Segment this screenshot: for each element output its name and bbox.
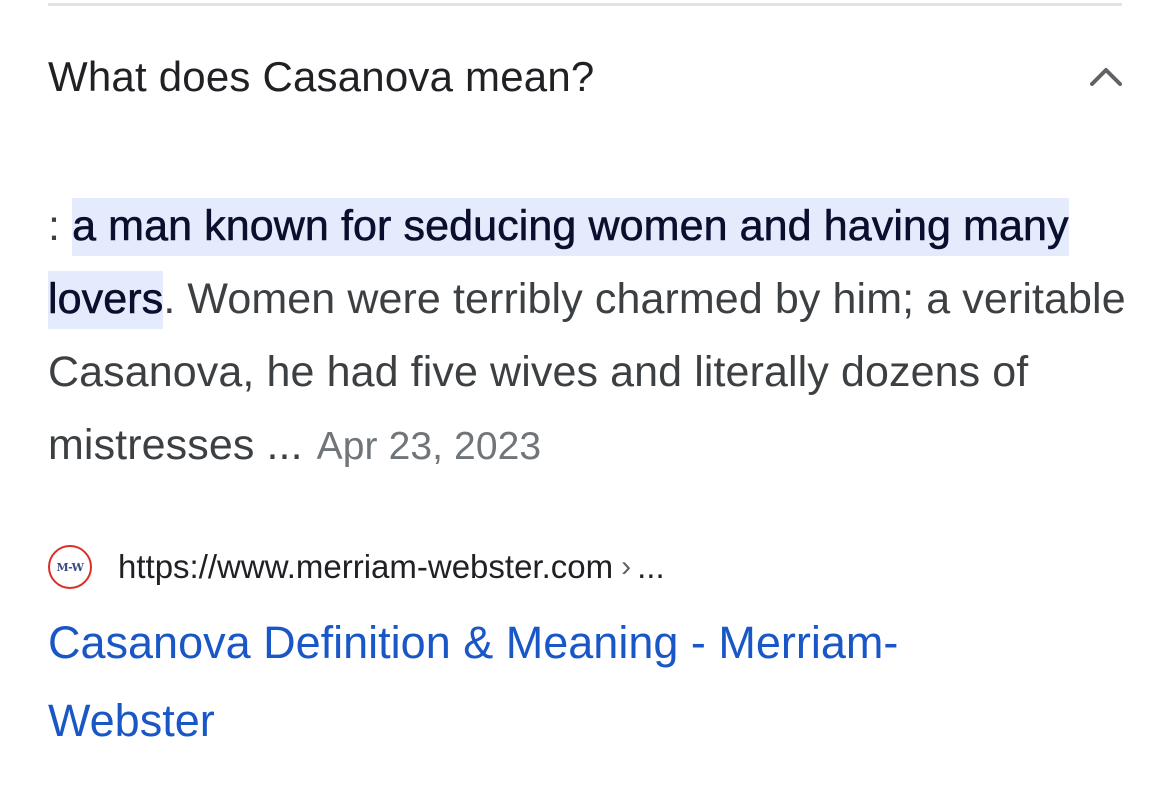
result-title-link[interactable]: Casanova Definition & Meaning - Merriam-… <box>48 604 1048 760</box>
top-divider <box>48 3 1122 6</box>
source-url[interactable]: https://www.merriam-webster.com <box>118 548 613 586</box>
chevron-up-icon[interactable] <box>1082 53 1130 101</box>
favicon-text: M-W <box>56 560 85 574</box>
faq-question-text: What does Casanova mean? <box>48 53 595 100</box>
snippet-prefix: : <box>48 202 73 250</box>
faq-question-row[interactable]: What does Casanova mean? <box>48 42 1122 112</box>
answer-snippet: : a man known for seducing women and hav… <box>48 190 1128 483</box>
breadcrumb-ellipsis: ... <box>637 548 665 585</box>
merriam-webster-favicon-icon: M-W <box>48 545 92 589</box>
snippet-body: Women were terribly charmed by him; a ve… <box>48 275 1126 469</box>
breadcrumb-separator: › <box>621 550 632 583</box>
source-row[interactable]: M-W https://www.merriam-webster.com › ..… <box>48 544 665 590</box>
snippet-period: . <box>163 275 176 323</box>
snippet-date: Apr 23, 2023 <box>316 425 542 468</box>
